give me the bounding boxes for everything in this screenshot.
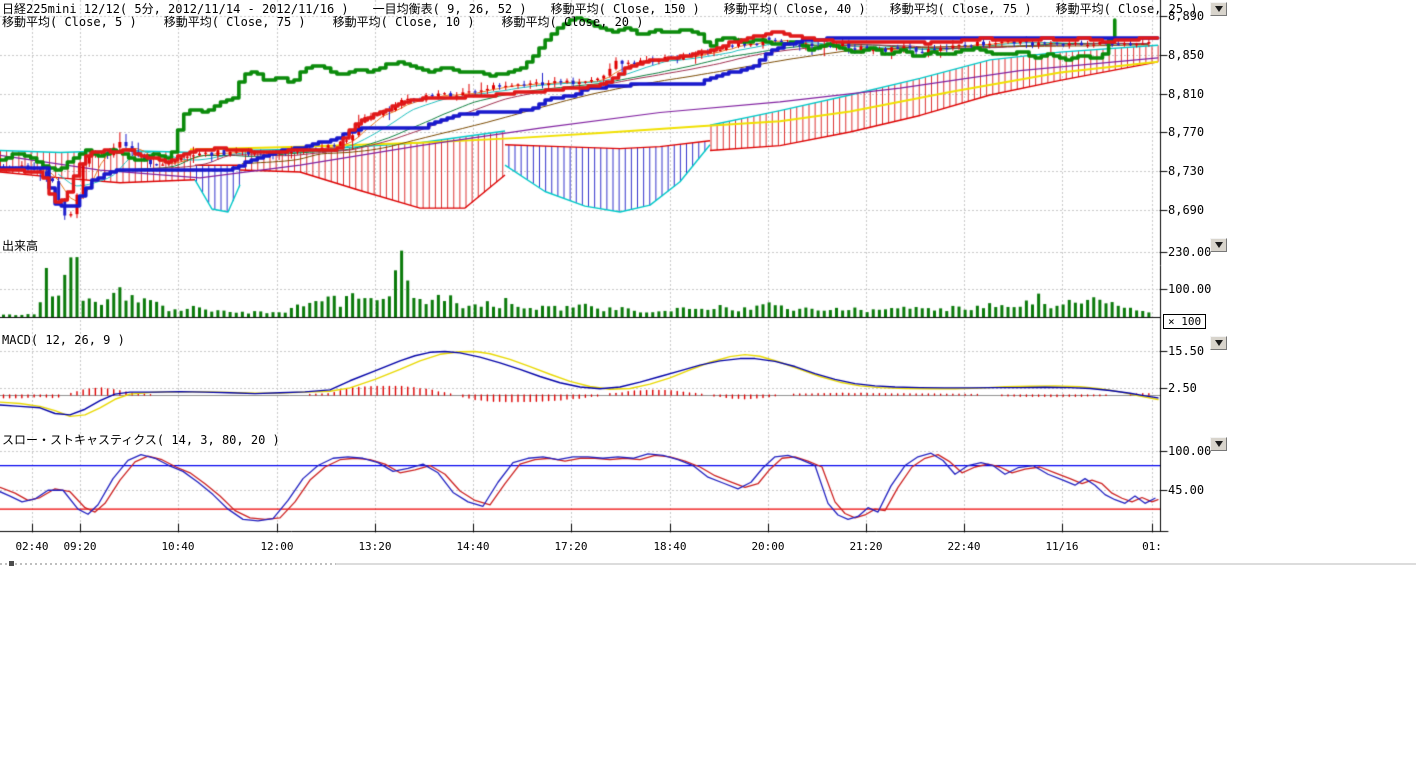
- time-axis-label: 10:40: [161, 540, 194, 553]
- time-axis-label: 20:00: [751, 540, 784, 553]
- time-axis-label: 12:00: [260, 540, 293, 553]
- chevron-down-icon: [1215, 242, 1223, 248]
- legend-row-2: 移動平均( Close, 5 ) 移動平均( Close, 75 ) 移動平均( C…: [2, 13, 670, 30]
- stoch-pane-label: スロー・ストキャスティクス( 14, 3, 80, 20 ): [2, 431, 280, 448]
- price-axis-label: 8,850: [1168, 48, 1204, 62]
- chevron-down-icon: [1215, 340, 1223, 346]
- time-axis-label: 21:20: [849, 540, 882, 553]
- price-axis-label: 8,730: [1168, 164, 1204, 178]
- price-axis-label: 8,810: [1168, 87, 1204, 101]
- scale-dropdown-button-stoch[interactable]: [1210, 437, 1227, 451]
- volume-multiplier-badge: × 100: [1163, 314, 1206, 329]
- stoch-axis-label: 45.00: [1168, 483, 1204, 497]
- chart-canvas: [0, 0, 1416, 768]
- macd-axis-label: 2.50: [1168, 381, 1197, 395]
- scale-dropdown-button-macd[interactable]: [1210, 336, 1227, 350]
- legend-ma75: 移動平均( Close, 75 ): [890, 2, 1032, 16]
- volume-axis-label: 100.00: [1168, 282, 1211, 296]
- horizontal-scrollbar-thumb[interactable]: [9, 561, 14, 566]
- time-axis-label: 09:20: [63, 540, 96, 553]
- price-axis-label: 8,690: [1168, 203, 1204, 217]
- volume-axis-label: 230.00: [1168, 245, 1211, 259]
- stoch-axis-label: 100.00: [1168, 444, 1211, 458]
- scale-dropdown-button-price[interactable]: [1210, 2, 1227, 16]
- time-axis-label: 17:20: [554, 540, 587, 553]
- horizontal-scrollbar-dots: [0, 563, 336, 565]
- legend-ma20: 移動平均( Close, 20 ): [502, 15, 644, 29]
- legend-ma75b: 移動平均( Close, 75 ): [164, 15, 306, 29]
- time-axis-label: 18:40: [653, 540, 686, 553]
- time-axis-label: 01:: [1142, 540, 1162, 553]
- chevron-down-icon: [1215, 6, 1223, 12]
- volume-pane-label: 出来高: [2, 237, 38, 254]
- price-axis-label: 8,770: [1168, 125, 1204, 139]
- price-axis-label: 8,890: [1168, 9, 1204, 23]
- legend-ma10: 移動平均( Close, 10 ): [333, 15, 475, 29]
- time-axis-label: 22:40: [947, 540, 980, 553]
- legend-ma5: 移動平均( Close, 5 ): [2, 15, 137, 29]
- time-axis-label: 11/16: [1045, 540, 1078, 553]
- time-axis-label: 14:40: [456, 540, 489, 553]
- chevron-down-icon: [1215, 441, 1223, 447]
- scale-dropdown-button-volume[interactable]: [1210, 238, 1227, 252]
- macd-pane-label: MACD( 12, 26, 9 ): [2, 333, 125, 347]
- time-axis-label: 02:40: [15, 540, 48, 553]
- legend-ma40: 移動平均( Close, 40 ): [724, 2, 866, 16]
- chart-window: 日経225mini 12/12( 5分, 2012/11/14 - 2012/1…: [0, 0, 1416, 768]
- time-axis-label: 13:20: [358, 540, 391, 553]
- macd-axis-label: 15.50: [1168, 344, 1204, 358]
